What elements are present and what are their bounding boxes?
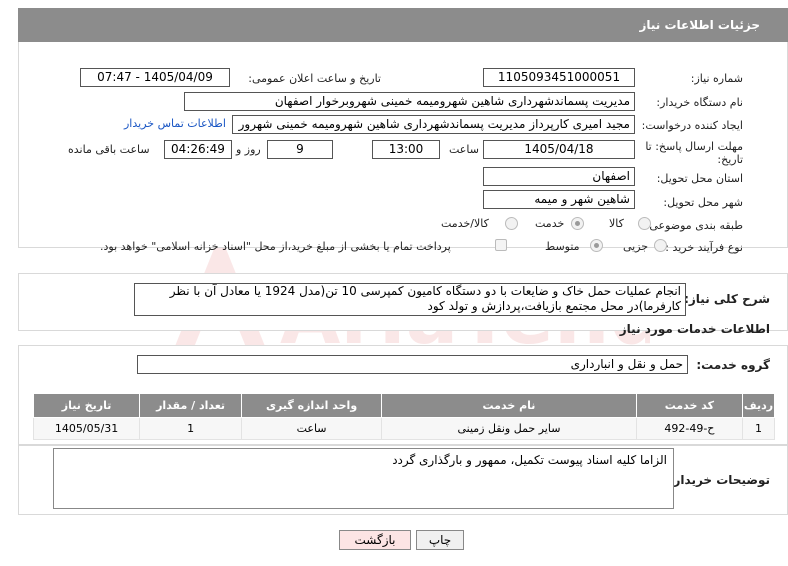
col-code-header: کد خدمت xyxy=(635,393,743,418)
summary-text: انجام عملیات حمل خاک و ضایعات با دو دستگ… xyxy=(134,283,686,316)
category-service-radio[interactable] xyxy=(571,217,584,230)
cell-name: سایر حمل ونقل زمینی xyxy=(381,417,637,440)
category-label: طبقه بندی موضوعی: xyxy=(645,219,743,232)
need-number-field: 1105093451000051 xyxy=(483,68,635,87)
remaining-label: ساعت باقی مانده xyxy=(68,143,150,156)
creator-field: مجید امیری کارپرداز مدیریت پسماندشهرداری… xyxy=(232,115,635,134)
announce-datetime-field: 1405/04/09 - 07:47 xyxy=(80,68,230,87)
services-table-header: ردیف کد خدمت نام خدمت واحد اندازه گیری ت… xyxy=(32,393,776,418)
col-name-header: نام خدمت xyxy=(381,393,637,418)
buyer-contact-link[interactable]: اطلاعات تماس خریدار xyxy=(124,117,226,130)
services-table: ردیف کد خدمت نام خدمت واحد اندازه گیری ت… xyxy=(32,393,776,440)
page-title: جزئیات اطلاعات نیاز xyxy=(639,18,760,32)
process-medium-radio[interactable] xyxy=(590,239,603,252)
province-label: استان محل تحویل: xyxy=(656,172,743,185)
remaining-time-field: 04:26:49 xyxy=(164,140,232,159)
creator-label: ایجاد کننده درخواست: xyxy=(641,119,743,132)
buyer-label: نام دستگاه خریدار: xyxy=(656,96,743,109)
col-unit-header: واحد اندازه گیری xyxy=(241,393,383,418)
cell-row: 1 xyxy=(741,417,776,440)
col-row-header: ردیف xyxy=(741,393,776,418)
back-button[interactable]: بازگشت xyxy=(339,530,411,550)
process-label: نوع فرآیند خرید : xyxy=(665,241,743,254)
buyer-field: مدیریت پسماندشهرداری شاهین شهرومیمه خمین… xyxy=(184,92,635,111)
deadline-label-line1: مهلت ارسال پاسخ: تا xyxy=(645,140,743,153)
buyer-notes-text: الزاما کلیه اسناد پیوست تکمیل، ممهور و ب… xyxy=(53,448,674,509)
province-field: اصفهان xyxy=(483,167,635,186)
treasury-note: پرداخت تمام یا بخشی از مبلغ خرید،از محل … xyxy=(100,240,451,253)
category-goods-label: کالا xyxy=(609,217,624,230)
announce-label: تاریخ و ساعت اعلان عمومی: xyxy=(248,72,381,85)
process-minor-radio[interactable] xyxy=(654,239,667,252)
service-group-field: حمل و نقل و انبارداری xyxy=(137,355,688,374)
cell-qty: 1 xyxy=(139,417,243,440)
services-section-title: اطلاعات خدمات مورد نیاز xyxy=(619,322,770,336)
buyer-notes-label: توضیحات خریدار: xyxy=(668,473,770,487)
city-label: شهر محل تحویل: xyxy=(663,196,743,209)
summary-label: شرح کلی نیاز: xyxy=(684,292,770,306)
days-label: روز و xyxy=(236,143,261,156)
service-group-label: گروه خدمت: xyxy=(696,358,770,372)
time-label: ساعت xyxy=(449,143,479,156)
cell-code: ح-49-492 xyxy=(635,417,743,440)
table-row: 1 ح-49-492 سایر حمل ونقل زمینی ساعت 1 14… xyxy=(32,417,776,440)
print-button[interactable]: چاپ xyxy=(416,530,464,550)
col-qty-header: تعداد / مقدار xyxy=(139,393,243,418)
deadline-time-field: 13:00 xyxy=(372,140,440,159)
category-goods-radio[interactable] xyxy=(638,217,651,230)
category-goods-service-label: کالا/خدمت xyxy=(441,217,489,230)
days-field: 9 xyxy=(267,140,333,159)
category-goods-service-radio[interactable] xyxy=(505,217,518,230)
need-number-label: شماره نیاز: xyxy=(690,72,743,85)
process-minor-label: جزیی xyxy=(623,240,649,253)
city-field: شاهین شهر و میمه xyxy=(483,190,635,209)
panel-header: جزئیات اطلاعات نیاز xyxy=(18,8,788,42)
process-medium-label: متوسط xyxy=(545,240,580,253)
col-date-header: تاریخ نیاز xyxy=(32,393,141,418)
deadline-label-line2: تاریخ: xyxy=(717,153,743,166)
cell-unit: ساعت xyxy=(241,417,383,440)
deadline-date-field: 1405/04/18 xyxy=(483,140,635,159)
cell-date: 1405/05/31 xyxy=(32,417,141,440)
category-service-label: خدمت xyxy=(535,217,565,230)
treasury-checkbox[interactable] xyxy=(495,239,507,251)
